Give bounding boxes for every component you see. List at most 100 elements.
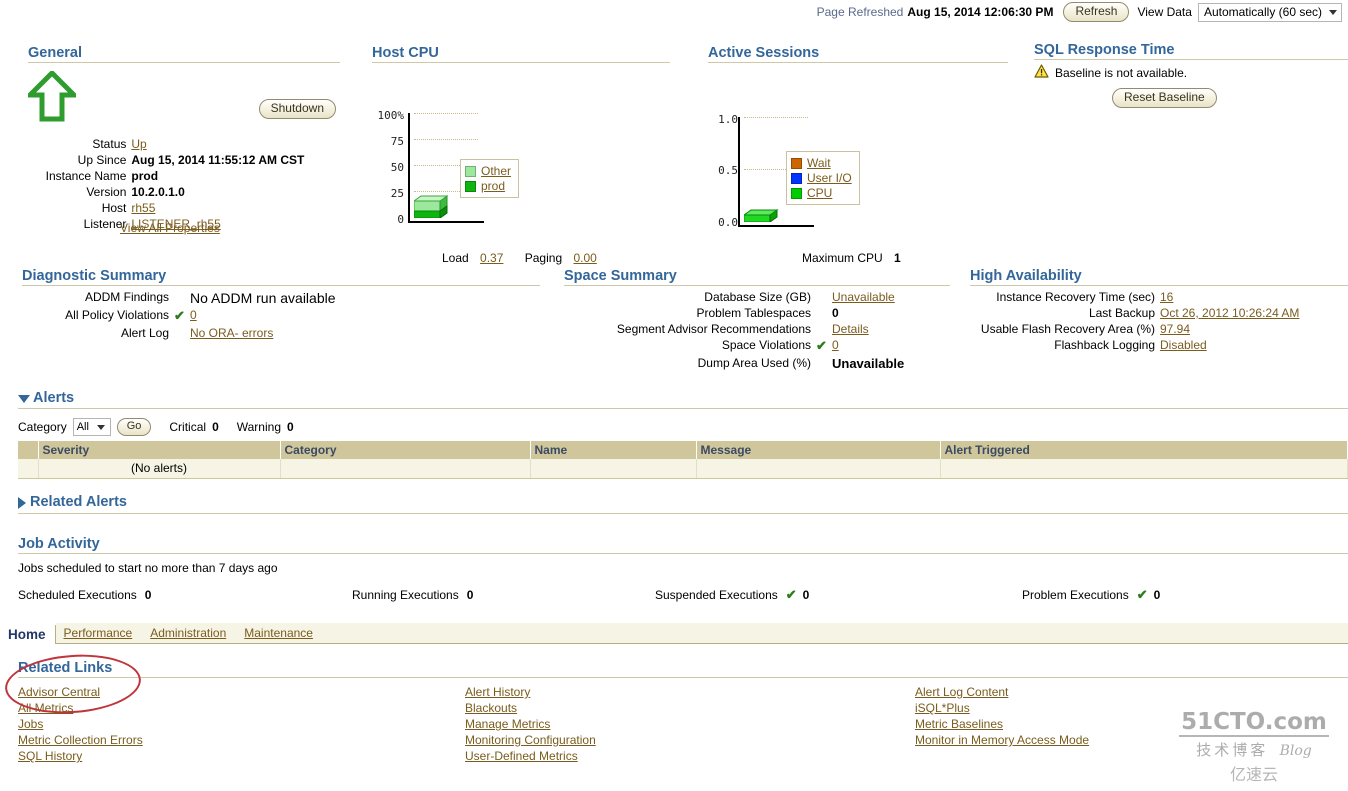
legend-label-user-io[interactable]: User I/O [807,171,852,185]
view-all-properties-link[interactable]: View All Properties [120,221,220,235]
related-links-column-2: Alert History Blackouts Manage Metrics M… [465,684,915,764]
usable-flash-recovery-value-link[interactable]: 97.94 [1160,322,1190,336]
check-icon: ✔ [785,587,797,602]
alerts-go-button[interactable]: Go [116,418,152,436]
active-sessions-legend: Wait User I/O CPU [786,151,860,205]
alerts-col-alert-triggered[interactable]: Alert Triggered [940,441,1348,459]
link-user-defined-metrics[interactable]: User-Defined Metrics [465,748,578,764]
job-cell-suspended: Suspended Executions ✔ 0 [655,587,1022,603]
legend-label-cpu[interactable]: CPU [807,186,832,200]
legend-swatch-wait-icon [791,157,802,169]
section-divider [564,285,950,286]
link-metric-baselines[interactable]: Metric Baselines [915,716,1003,732]
watermark-line-2: 技术博客 [1196,742,1269,759]
host-cpu-footer: Load 0.37 Paging 0.00 [442,251,597,265]
link-alert-history[interactable]: Alert History [465,684,530,700]
alert-log-value-link[interactable]: No ORA- errors [190,326,273,340]
refresh-button[interactable]: Refresh [1063,2,1130,22]
page-refreshed-date: Aug 15, 2014 12:06:30 PM [907,5,1054,19]
section-divider [970,285,1348,286]
database-size-value-link[interactable]: Unavailable [832,290,895,304]
watermark-line-4: 亿速云 [1229,767,1278,784]
gridline [414,113,478,114]
shutdown-button[interactable]: Shutdown [258,99,336,119]
alerts-col-name[interactable]: Name [530,441,697,459]
paging-value-link[interactable]: 0.00 [573,251,596,265]
host-cpu-chart: 100% 75 50 25 0 Other prod Load 0.37 Pag… [372,71,670,265]
link-advisor-central[interactable]: Advisor Central [18,684,100,700]
alerts-col-message[interactable]: Message [696,441,941,459]
problem-executions-value: 0 [1153,588,1161,602]
link-manage-metrics[interactable]: Manage Metrics [465,716,550,732]
related-links-title: Related Links [18,660,113,676]
legend-item-user-io: User I/O [791,171,852,185]
status-value-link[interactable]: Up [131,137,146,151]
tab-maintenance[interactable]: Maintenance [244,626,313,640]
alerts-title: Alerts [33,390,75,406]
check-icon: ✔ [1136,587,1148,602]
alerts-col-category[interactable]: Category [280,441,531,459]
alerts-cell-blank [18,459,39,479]
related-links-column-1: Advisor Central All Metrics Jobs Metric … [18,684,465,764]
alerts-cell-message [696,459,941,479]
link-monitoring-configuration[interactable]: Monitoring Configuration [465,732,596,748]
general-title: General [28,45,82,61]
paging-label: Paging [524,251,563,265]
last-backup-value-link[interactable]: Oct 26, 2012 10:26:24 AM [1160,306,1299,320]
alerts-header[interactable]: Alerts [18,390,1348,406]
flashback-logging-value-link[interactable]: Disabled [1160,338,1207,352]
watermark: 51CTO.com 技术博客 Blog 亿速云 [1166,710,1342,785]
host-cpu-legend: Other prod [460,159,520,198]
high-availability-title: High Availability [970,268,1082,284]
job-cell-problem: Problem Executions ✔ 0 [1022,587,1160,603]
link-blackouts[interactable]: Blackouts [465,700,517,716]
alerts-col-severity[interactable]: Severity [38,441,281,459]
collapse-triangle-down-icon[interactable] [18,394,30,403]
segment-advisor-label: Segment Advisor Recommendations [616,322,811,336]
legend-label-wait[interactable]: Wait [807,156,831,170]
view-data-value: Automatically (60 sec) [1203,5,1322,19]
tab-home[interactable]: Home [0,625,56,644]
active-sessions-title: Active Sessions [708,45,820,61]
legend-item-cpu: CPU [791,186,852,200]
section-divider [18,677,1348,678]
reset-baseline-button[interactable]: Reset Baseline [1112,88,1217,108]
view-data-select[interactable]: Automatically (60 sec) [1197,2,1342,22]
active-sessions-y-axis: 1.0 0.5 0.0 [704,71,738,229]
link-sql-history[interactable]: SQL History [18,748,82,764]
tab-performance[interactable]: Performance [64,626,133,640]
page-refreshed-label: Page Refreshed [816,5,904,19]
warning-label: Warning [236,420,281,434]
load-value-link[interactable]: 0.37 [480,251,503,265]
section-divider [18,553,1348,554]
link-monitor-in-memory-access-mode[interactable]: Monitor in Memory Access Mode [915,732,1089,748]
ha-row: Flashback Logging Disabled [970,338,1348,354]
space-violations-value-link[interactable]: 0 [832,338,839,352]
instance-recovery-time-value-link[interactable]: 16 [1160,290,1173,304]
link-metric-collection-errors[interactable]: Metric Collection Errors [18,732,143,748]
link-all-metrics[interactable]: All Metrics [18,700,73,716]
link-alert-log-content[interactable]: Alert Log Content [915,684,1008,700]
legend-label-other[interactable]: Other [481,164,511,178]
host-value-link[interactable]: rh55 [131,201,155,215]
section-divider [28,62,340,63]
job-activity-counters: Scheduled Executions 0 Running Execution… [18,587,1348,603]
all-policy-violations-value-link[interactable]: 0 [190,308,197,322]
tab-administration[interactable]: Administration [150,626,226,640]
expand-triangle-right-icon[interactable] [18,496,26,509]
ytick-100: 100% [377,109,405,122]
view-data-label: View Data [1137,5,1192,19]
instance-name-label: Instance Name [45,169,127,183]
related-alerts-title: Related Alerts [30,494,127,510]
related-alerts-header[interactable]: Related Alerts [18,494,1348,510]
ytick-25: 25 [390,187,404,200]
link-isqlplus[interactable]: iSQL*Plus [915,700,970,716]
legend-swatch-cpu-icon [791,187,802,199]
segment-advisor-details-link[interactable]: Details [832,322,869,336]
alerts-category-select[interactable]: All [72,418,111,436]
link-jobs[interactable]: Jobs [18,716,43,732]
usable-flash-recovery-label: Usable Flash Recovery Area (%) [980,322,1155,336]
legend-label-prod[interactable]: prod [481,179,505,193]
host-cpu-section: Host CPU 100% 75 50 25 0 Other prod Load… [372,45,670,265]
active-sessions-bar [742,209,780,225]
